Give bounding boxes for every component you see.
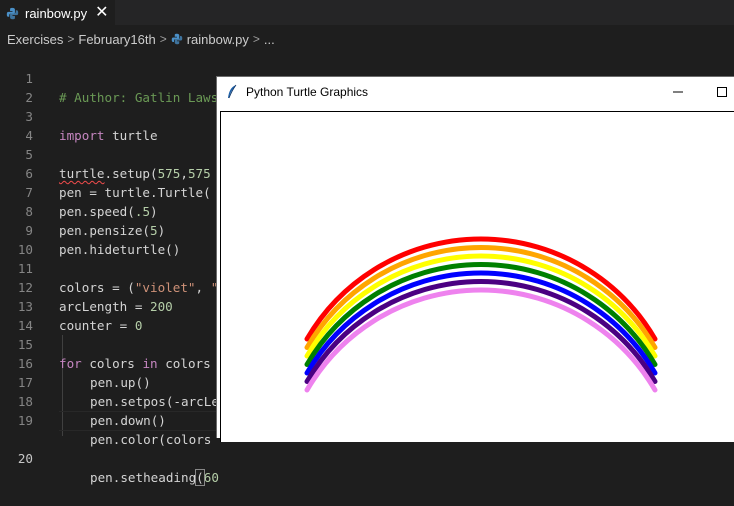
python-file-icon	[171, 33, 182, 45]
window-title: Python Turtle Graphics	[246, 85, 369, 99]
close-tab-icon[interactable]: ✕	[95, 5, 108, 21]
code-text: .	[112, 470, 121, 485]
breadcrumb-february16th[interactable]: February16th	[78, 32, 155, 47]
minimize-icon	[673, 91, 683, 93]
maximize-button[interactable]	[711, 81, 733, 103]
editor-tab-bar: rainbow.py ✕	[0, 0, 734, 25]
window-title-bar[interactable]: Python Turtle Graphics	[217, 77, 734, 108]
breadcrumb-separator-icon: >	[67, 32, 75, 46]
editor-tab-rainbow[interactable]: rainbow.py ✕	[0, 0, 115, 25]
line-number: 20	[17, 451, 33, 466]
current-line-highlight	[59, 411, 219, 431]
tab-label: rainbow.py	[25, 5, 88, 21]
code-text: pen	[90, 470, 113, 485]
code-text: (	[158, 432, 166, 447]
number-literal: 60	[203, 470, 219, 485]
feather-icon	[228, 84, 237, 99]
code-line: 1 # Author: Gatlin Lawson	[0, 50, 734, 105]
code-text: setheading	[120, 470, 197, 485]
breadcrumb-symbols[interactable]: ...	[264, 32, 275, 47]
code-text: color	[120, 432, 159, 447]
maximize-icon	[717, 87, 727, 97]
breadcrumb-separator-icon: >	[159, 32, 167, 46]
breadcrumb-exercises[interactable]: Exercises	[7, 32, 63, 47]
breadcrumb-file[interactable]: rainbow.py	[187, 32, 249, 47]
python-file-icon	[6, 7, 19, 19]
breadcrumb: Exercises > February16th > rainbow.py > …	[0, 29, 734, 49]
code-text: pen	[90, 432, 113, 447]
code-text: (	[195, 469, 205, 486]
code-text: colors	[165, 432, 212, 447]
turtle-canvas[interactable]	[220, 111, 734, 442]
turtle-graphics-window[interactable]: Python Turtle Graphics	[216, 76, 734, 442]
rainbow-drawing	[304, 236, 658, 393]
breadcrumb-separator-icon: >	[252, 32, 260, 46]
minimize-button[interactable]	[667, 81, 689, 103]
